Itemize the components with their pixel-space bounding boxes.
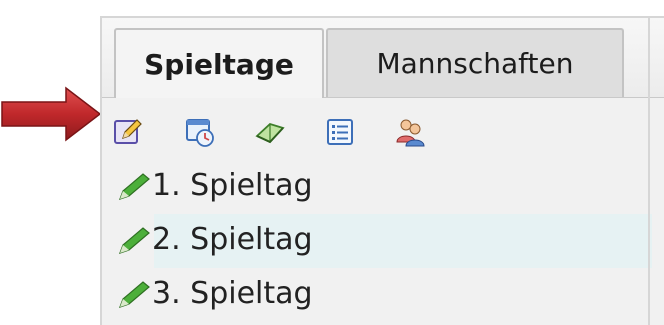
book-icon[interactable] bbox=[254, 116, 286, 148]
tab-bar: Spieltage Mannschaften bbox=[102, 18, 664, 98]
pencil-icon bbox=[118, 173, 150, 200]
match-day-panel: Spieltage Mannschaften 1. Spieltag 2. Sp… bbox=[100, 16, 664, 325]
red-arrow-annotation bbox=[1, 86, 102, 142]
users-icon[interactable] bbox=[394, 116, 426, 148]
tab-spieltage[interactable]: Spieltage bbox=[114, 28, 324, 98]
toolbar bbox=[102, 98, 664, 160]
edit-icon[interactable] bbox=[112, 116, 144, 148]
list-item[interactable]: 2. Spieltag bbox=[102, 214, 664, 268]
match-day-label: 2. Spieltag bbox=[152, 222, 313, 257]
match-day-label: 1. Spieltag bbox=[152, 168, 313, 203]
tab-mannschaften[interactable]: Mannschaften bbox=[326, 28, 624, 97]
match-day-list: 1. Spieltag 2. Spieltag 3. Spieltag bbox=[102, 160, 664, 325]
tab-spieltage-label: Spieltage bbox=[144, 47, 294, 81]
schedule-icon[interactable] bbox=[184, 116, 216, 148]
list-item[interactable]: 1. Spieltag bbox=[102, 160, 664, 214]
pencil-icon bbox=[118, 281, 150, 308]
pencil-icon bbox=[118, 227, 150, 254]
panel-divider bbox=[648, 16, 650, 325]
list-icon[interactable] bbox=[324, 116, 356, 148]
list-item[interactable]: 3. Spieltag bbox=[102, 268, 664, 322]
tab-mannschaften-label: Mannschaften bbox=[376, 47, 574, 80]
match-day-label: 3. Spieltag bbox=[152, 276, 313, 311]
